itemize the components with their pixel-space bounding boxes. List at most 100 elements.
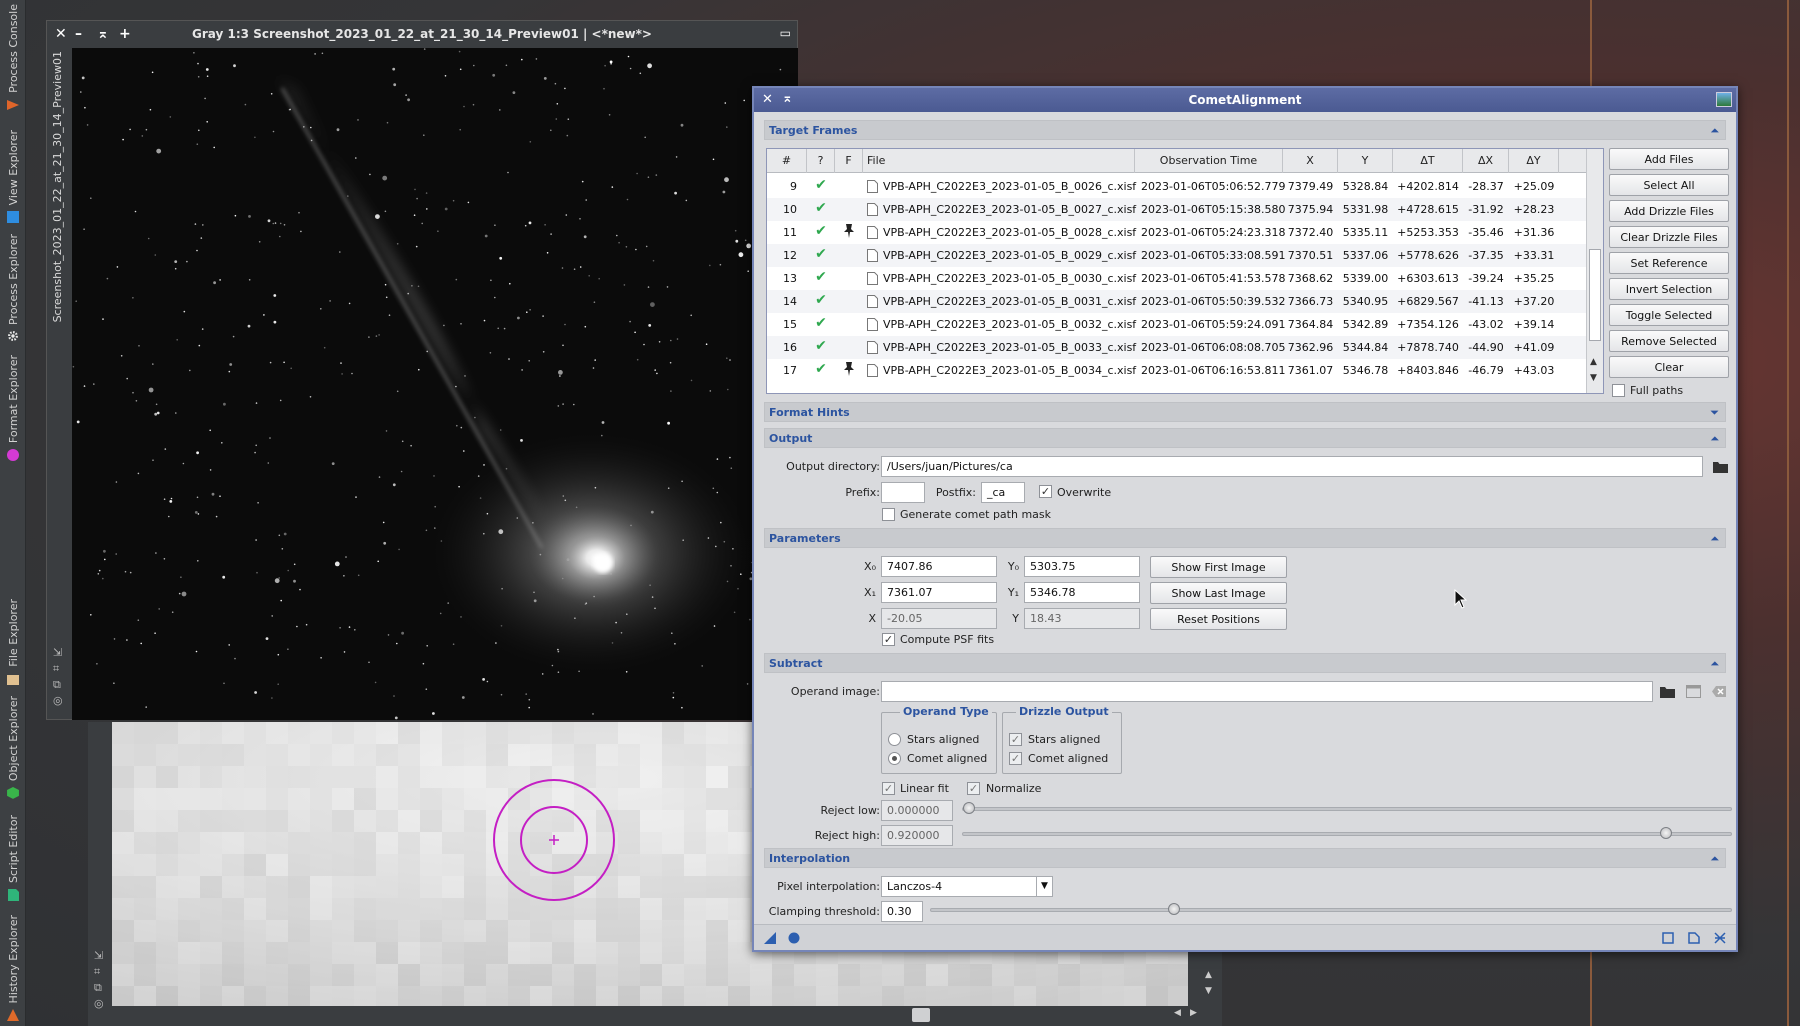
- column-header[interactable]: X: [1283, 149, 1338, 173]
- chevron-down-icon[interactable]: ▼: [1036, 877, 1052, 896]
- clamping-slider-handle[interactable]: [1168, 903, 1180, 915]
- overwrite-checkbox[interactable]: ✓: [1039, 485, 1052, 498]
- clamping-threshold-input[interactable]: 0.30: [881, 901, 923, 922]
- collapse-icon[interactable]: ⏶: [1710, 657, 1719, 671]
- reject-high-input[interactable]: 0.920000: [881, 825, 953, 846]
- collapse-icon[interactable]: ⏶: [1710, 432, 1719, 446]
- image-window-titlebar[interactable]: ✕ – ⌅ + Gray 1:3 Screenshot_2023_01_22_a…: [47, 21, 797, 47]
- enabled-check-icon[interactable]: ✔: [807, 359, 835, 382]
- table-row[interactable]: ✔ 15 VPB-APH_C2022E3_2023-01-05_B_0032_c.x…: [767, 313, 1587, 336]
- enabled-check-icon[interactable]: ✔: [807, 313, 835, 336]
- reject-low-slider[interactable]: [962, 802, 1732, 814]
- preview-tools[interactable]: ⇲ ⌗ ⧉ ◎: [94, 948, 104, 1012]
- folder-icon[interactable]: [1660, 685, 1675, 698]
- enabled-check-icon[interactable]: ✔: [807, 244, 835, 267]
- table-row[interactable]: ✔ 10 VPB-APH_C2022E3_2023-01-05_B_0027_c.x…: [767, 198, 1587, 221]
- tab-file-explorer[interactable]: File Explorer: [0, 596, 26, 686]
- enabled-check-icon[interactable]: ✔: [807, 175, 835, 198]
- tab-object-explorer[interactable]: Object Explorer: [0, 696, 26, 800]
- reject-low-input[interactable]: 0.000000: [881, 800, 953, 821]
- normalize-checkbox[interactable]: ✓: [967, 782, 980, 795]
- pin-icon[interactable]: [835, 359, 863, 382]
- column-header[interactable]: #: [767, 149, 807, 173]
- show-first-image-button[interactable]: Show First Image: [1150, 556, 1287, 578]
- target-frames-table[interactable]: # ? F File Observation Time X Y ΔT ΔX ΔY…: [766, 148, 1604, 394]
- scroll-up-icon[interactable]: ▲: [1205, 970, 1212, 980]
- new-instance-icon[interactable]: [764, 932, 776, 944]
- table-scrollbar[interactable]: ▲ ▼: [1586, 149, 1603, 393]
- table-row[interactable]: ✔ 16 VPB-APH_C2022E3_2023-01-05_B_0033_c.x…: [767, 336, 1587, 359]
- clear-drizzle-files-button[interactable]: Clear Drizzle Files: [1609, 226, 1729, 248]
- dialog-titlebar[interactable]: ✕ ⌅ CometAlignment: [754, 88, 1736, 112]
- remove-selected-button[interactable]: Remove Selected: [1609, 330, 1729, 352]
- column-header[interactable]: F: [835, 149, 863, 173]
- reset-positions-button[interactable]: Reset Positions: [1150, 608, 1287, 630]
- scroll-thumb[interactable]: [912, 1008, 930, 1022]
- x1-input[interactable]: 7361.07: [881, 582, 997, 603]
- full-paths-checkbox[interactable]: [1612, 384, 1625, 397]
- reject-low-slider-handle[interactable]: [963, 802, 975, 814]
- folder-icon[interactable]: [1713, 460, 1728, 473]
- table-row[interactable]: ✔ 12 VPB-APH_C2022E3_2023-01-05_B_0029_c.x…: [767, 244, 1587, 267]
- linear-fit-checkbox[interactable]: ✓: [882, 782, 895, 795]
- x0-input[interactable]: 7407.86: [881, 556, 997, 577]
- comet-aligned-radio[interactable]: [888, 752, 901, 765]
- image-id-tab[interactable]: Screenshot_2023_01_22_at_21_30_14_Previe…: [51, 51, 71, 341]
- section-output[interactable]: Output ⏶: [764, 428, 1726, 448]
- image-window-tools[interactable]: ⇲ ⌗ ⧉ ◎: [53, 645, 63, 709]
- column-header[interactable]: Observation Time: [1135, 149, 1283, 173]
- column-header[interactable]: ?: [807, 149, 835, 173]
- column-header[interactable]: ΔY: [1509, 149, 1559, 173]
- collapse-icon[interactable]: ⏶: [1710, 532, 1719, 546]
- select-all-button[interactable]: Select All: [1609, 174, 1729, 196]
- postfix-input[interactable]: _ca: [981, 482, 1025, 503]
- column-header[interactable]: File: [863, 149, 1135, 173]
- tab-script-editor[interactable]: Script Editor: [0, 808, 26, 902]
- process-icon[interactable]: [1716, 92, 1732, 107]
- enabled-check-icon[interactable]: ✔: [807, 290, 835, 313]
- y1-input[interactable]: 5346.78: [1024, 582, 1140, 603]
- enabled-check-icon[interactable]: ✔: [807, 267, 835, 290]
- expand-icon[interactable]: ⏷: [1710, 406, 1719, 420]
- clamping-threshold-slider[interactable]: [930, 903, 1732, 915]
- compute-psf-checkbox[interactable]: ✓: [882, 633, 895, 646]
- preview-horizontal-scrollbar[interactable]: ◀ ▶: [112, 1006, 1200, 1026]
- prefix-input[interactable]: [881, 482, 925, 503]
- generate-mask-checkbox[interactable]: [882, 508, 895, 521]
- column-header[interactable]: ΔT: [1393, 149, 1463, 173]
- clear-input-icon[interactable]: [1712, 685, 1727, 698]
- section-target-frames[interactable]: Target Frames ⏶: [764, 120, 1726, 140]
- pixel-interpolation-select[interactable]: Lanczos-4 ▼: [881, 876, 1053, 897]
- reset-icon[interactable]: [1714, 932, 1726, 944]
- scroll-down-icon[interactable]: ▼: [1590, 373, 1597, 383]
- enabled-check-icon[interactable]: ✔: [807, 198, 835, 221]
- drizzle-stars-checkbox[interactable]: ✓: [1009, 733, 1022, 746]
- tab-view-explorer[interactable]: View Explorer: [0, 126, 26, 224]
- track-view-icon[interactable]: [1688, 932, 1700, 944]
- table-row[interactable]: ✔ 11 VPB-APH_C2022E3_2023-01-05_B_0028_c.x…: [767, 221, 1587, 244]
- scroll-up-icon[interactable]: ▲: [1590, 357, 1597, 367]
- table-row[interactable]: ✔ 14 VPB-APH_C2022E3_2023-01-05_B_0031_c.x…: [767, 290, 1587, 313]
- tab-process-explorer[interactable]: Process Explorer: [0, 234, 26, 342]
- column-header[interactable]: Y: [1338, 149, 1393, 173]
- section-format-hints[interactable]: Format Hints ⏷: [764, 402, 1726, 422]
- reject-high-slider-handle[interactable]: [1660, 827, 1673, 839]
- enabled-check-icon[interactable]: ✔: [807, 336, 835, 359]
- column-header[interactable]: ΔX: [1463, 149, 1509, 173]
- y0-input[interactable]: 5303.75: [1024, 556, 1140, 577]
- toggle-selected-button[interactable]: Toggle Selected: [1609, 304, 1729, 326]
- show-last-image-button[interactable]: Show Last Image: [1150, 582, 1287, 604]
- restore-icon[interactable]: ▭: [780, 26, 791, 40]
- table-row[interactable]: ✔ 13 VPB-APH_C2022E3_2023-01-05_B_0030_c.x…: [767, 267, 1587, 290]
- tab-format-explorer[interactable]: Format Explorer: [0, 354, 26, 462]
- add-drizzle-files-button[interactable]: Add Drizzle Files: [1609, 200, 1729, 222]
- scroll-down-icon[interactable]: ▼: [1205, 986, 1212, 996]
- scroll-left-icon[interactable]: ◀: [1174, 1008, 1181, 1018]
- drizzle-comet-checkbox[interactable]: ✓: [1009, 752, 1022, 765]
- section-subtract[interactable]: Subtract ⏶: [764, 653, 1726, 673]
- browse-documentation-icon[interactable]: [1662, 932, 1674, 944]
- clear-button[interactable]: Clear: [1609, 356, 1729, 378]
- enabled-check-icon[interactable]: ✔: [807, 221, 835, 244]
- apply-global-icon[interactable]: [788, 932, 800, 944]
- stars-aligned-radio[interactable]: [888, 733, 901, 746]
